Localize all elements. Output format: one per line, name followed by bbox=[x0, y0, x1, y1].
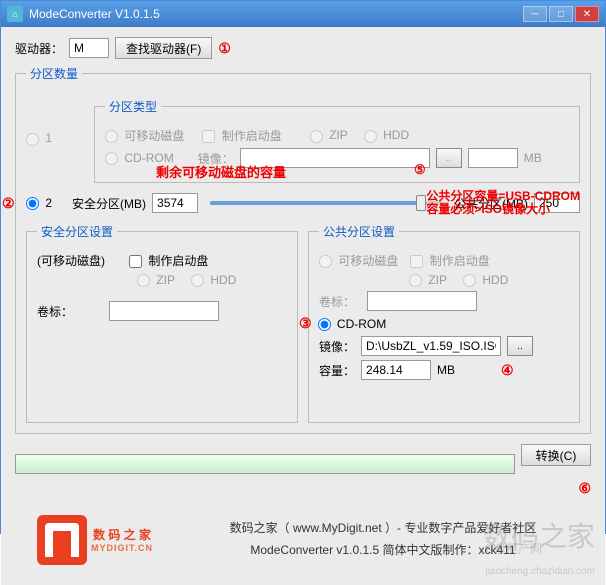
mb-label: MB bbox=[524, 151, 542, 165]
marker-2: ② bbox=[2, 195, 15, 212]
partition-count-group: 分区数量 1 分区类型 可移动磁盘 制作启动盘 ZIP HDD CD-ROM 镜… bbox=[15, 65, 591, 434]
type-hdd-radio: HDD bbox=[364, 128, 409, 142]
pub-removable-radio: 可移动磁盘 bbox=[319, 252, 398, 269]
pub-zip-radio: ZIP bbox=[409, 273, 447, 287]
safe-vol-input[interactable] bbox=[109, 301, 219, 321]
safe-sub: (可移动磁盘) bbox=[37, 252, 105, 269]
title-bar[interactable]: ⌂ ModeConverter V1.0.1.5 ─ □ ✕ bbox=[1, 1, 605, 27]
pub-cap-label: 容量： bbox=[319, 362, 355, 379]
progress-bar bbox=[15, 454, 515, 474]
public-label: 公共分区(MB) bbox=[454, 195, 528, 212]
safe-panel-legend: 安全分区设置 bbox=[37, 223, 117, 240]
slider-thumb[interactable] bbox=[416, 195, 426, 211]
pub-vol-label: 卷标： bbox=[319, 293, 355, 310]
safe-hdd-radio: HDD bbox=[191, 273, 236, 287]
safe-size-input[interactable] bbox=[152, 193, 198, 213]
public-panel-legend: 公共分区设置 bbox=[319, 223, 399, 240]
marker-6: ⑥ bbox=[578, 480, 591, 496]
image-size-input-disabled bbox=[468, 148, 518, 168]
browse-button-disabled: .. bbox=[436, 148, 462, 168]
partition-slider[interactable] bbox=[210, 201, 442, 205]
partition-types-group: 分区类型 可移动磁盘 制作启动盘 ZIP HDD CD-ROM 镜像： .. M bbox=[94, 98, 580, 183]
partition-2-radio[interactable]: 2 bbox=[26, 196, 52, 210]
house-icon bbox=[37, 515, 87, 565]
type-cdrom-radio: CD-ROM bbox=[105, 151, 174, 165]
type-zip-radio: ZIP bbox=[310, 128, 348, 142]
pub-mb: MB bbox=[437, 363, 455, 377]
partition-1-radio[interactable]: 1 bbox=[26, 131, 52, 145]
window-title: ModeConverter V1.0.1.5 bbox=[29, 7, 523, 21]
pub-cdrom-radio[interactable]: CD-ROM bbox=[318, 317, 387, 331]
logo: 数 码 之 家MYDIGIT.CN bbox=[15, 505, 175, 575]
type-removable-radio: 可移动磁盘 bbox=[105, 127, 184, 144]
image-label: 镜像： bbox=[198, 150, 234, 167]
drive-label: 驱动器： bbox=[15, 40, 63, 57]
credits: 数码之家（ www.MyDigit.net ）- 专业数字产品爱好者社区 Mod… bbox=[175, 518, 591, 561]
pub-cap-input[interactable] bbox=[361, 360, 431, 380]
app-window: ⌂ ModeConverter V1.0.1.5 ─ □ ✕ 驱动器： 查找驱动… bbox=[0, 0, 606, 534]
marker-4: ④ bbox=[501, 362, 514, 379]
safe-zip-radio: ZIP bbox=[137, 273, 175, 287]
pub-browse-button[interactable]: .. bbox=[507, 336, 533, 356]
partition-types-legend: 分区类型 bbox=[105, 98, 161, 115]
drive-input[interactable] bbox=[69, 38, 109, 58]
marker-1: ① bbox=[218, 40, 231, 57]
public-panel: 公共分区设置 可移动磁盘 制作启动盘 ZIP HDD 卷标： ③ bbox=[308, 223, 580, 423]
close-button[interactable]: ✕ bbox=[575, 6, 599, 22]
convert-button[interactable]: 转换(C) bbox=[521, 444, 591, 466]
minimize-button[interactable]: ─ bbox=[523, 6, 547, 22]
type-makeboot-check: 制作启动盘 bbox=[202, 127, 281, 144]
image-path-input-disabled bbox=[240, 148, 430, 168]
safe-makeboot-check[interactable]: 制作启动盘 bbox=[129, 252, 208, 269]
partition-count-legend: 分区数量 bbox=[26, 65, 82, 82]
public-size-input[interactable] bbox=[534, 193, 580, 213]
maximize-button[interactable]: □ bbox=[549, 6, 573, 22]
pub-image-input[interactable] bbox=[361, 336, 501, 356]
pub-image-label: 镜像： bbox=[319, 338, 355, 355]
pub-vol-input bbox=[367, 291, 477, 311]
pub-hdd-radio: HDD bbox=[463, 273, 508, 287]
safe-label: 安全分区(MB) bbox=[72, 195, 146, 212]
pub-makeboot-check: 制作启动盘 bbox=[410, 252, 489, 269]
marker-3: ③ bbox=[299, 315, 312, 332]
app-icon: ⌂ bbox=[7, 6, 23, 22]
find-drive-button[interactable]: 查找驱动器(F) bbox=[115, 37, 212, 59]
safe-panel: 安全分区设置 (可移动磁盘) 制作启动盘 ZIP HDD 卷标： bbox=[26, 223, 298, 423]
safe-vol-label: 卷标： bbox=[37, 303, 73, 320]
